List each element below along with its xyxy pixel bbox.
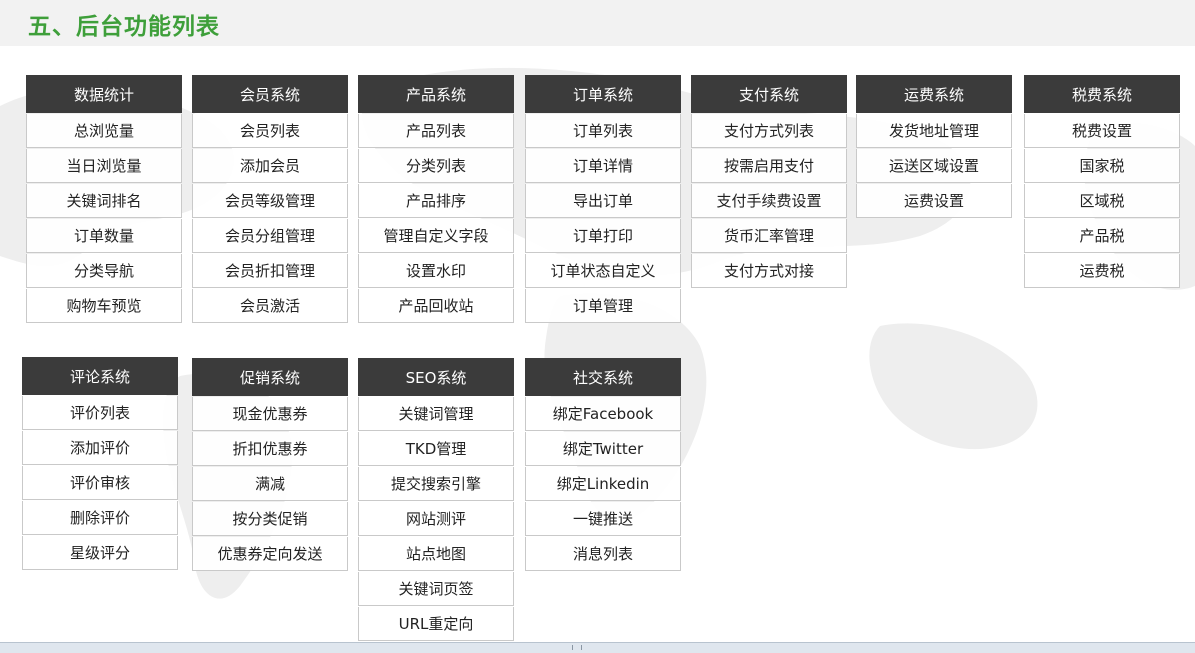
feature-item: 设置水印 [358,254,514,288]
feature-item: 支付方式列表 [691,114,847,148]
feature-item: 国家税 [1024,149,1180,183]
column-social-system: 社交系统 绑定Facebook 绑定Twitter 绑定Linkedin 一键推… [525,358,681,571]
feature-item: 产品税 [1024,219,1180,253]
page-title: 五、后台功能列表 [28,14,220,40]
title-band: 五、后台功能列表 [0,0,1195,46]
column-payment-system: 支付系统 支付方式列表 按需启用支付 支付手续费设置 货币汇率管理 支付方式对接 [691,75,847,288]
feature-item: 货币汇率管理 [691,219,847,253]
feature-item: 订单打印 [525,219,681,253]
feature-item: 消息列表 [525,537,681,571]
feature-item: 订单列表 [525,114,681,148]
column-header: 促销系统 [192,358,348,396]
scroll-grip-icon[interactable] [572,645,582,650]
feature-item: 订单状态自定义 [525,254,681,288]
feature-item: 税费设置 [1024,114,1180,148]
feature-item: 星级评分 [22,536,178,570]
feature-item: 满减 [192,467,348,501]
feature-item: 购物车预览 [26,289,182,323]
feature-item: 添加会员 [192,149,348,183]
feature-item: TKD管理 [358,432,514,466]
feature-item: 订单管理 [525,289,681,323]
feature-item: 会员分组管理 [192,219,348,253]
feature-item: 一键推送 [525,502,681,536]
column-header: 会员系统 [192,75,348,113]
feature-item: 关键词排名 [26,184,182,218]
feature-item: 运费税 [1024,254,1180,288]
feature-item: 会员等级管理 [192,184,348,218]
column-review-system: 评论系统 评价列表 添加评价 评价审核 删除评价 星级评分 [22,357,178,570]
feature-item: 导出订单 [525,184,681,218]
feature-item: 绑定Twitter [525,432,681,466]
column-promotion-system: 促销系统 现金优惠券 折扣优惠券 满减 按分类促销 优惠券定向发送 [192,358,348,571]
column-header: SEO系统 [358,358,514,396]
feature-item: 优惠券定向发送 [192,537,348,571]
feature-item: 支付手续费设置 [691,184,847,218]
feature-item: 订单数量 [26,219,182,253]
feature-item: 运送区域设置 [856,149,1012,183]
feature-item: 支付方式对接 [691,254,847,288]
feature-item: 产品列表 [358,114,514,148]
feature-item: 绑定Facebook [525,397,681,431]
feature-item: 评价列表 [22,396,178,430]
feature-item: 分类导航 [26,254,182,288]
feature-item: 关键词页签 [358,572,514,606]
column-product-system: 产品系统 产品列表 分类列表 产品排序 管理自定义字段 设置水印 产品回收站 [358,75,514,323]
feature-item: 产品排序 [358,184,514,218]
column-header: 税费系统 [1024,75,1180,113]
feature-item: 区域税 [1024,184,1180,218]
feature-item: 删除评价 [22,501,178,535]
column-header: 评论系统 [22,357,178,395]
feature-item: 折扣优惠券 [192,432,348,466]
column-order-system: 订单系统 订单列表 订单详情 导出订单 订单打印 订单状态自定义 订单管理 [525,75,681,323]
feature-item: 产品回收站 [358,289,514,323]
feature-item: 网站测评 [358,502,514,536]
column-header: 数据统计 [26,75,182,113]
feature-item: 管理自定义字段 [358,219,514,253]
horizontal-scrollbar[interactable] [0,642,1195,653]
feature-item: 分类列表 [358,149,514,183]
feature-item: 按分类促销 [192,502,348,536]
column-tax-system: 税费系统 税费设置 国家税 区域税 产品税 运费税 [1024,75,1180,288]
column-member-system: 会员系统 会员列表 添加会员 会员等级管理 会员分组管理 会员折扣管理 会员激活 [192,75,348,323]
feature-item: 订单详情 [525,149,681,183]
feature-item: 会员列表 [192,114,348,148]
column-header: 产品系统 [358,75,514,113]
feature-item: 运费设置 [856,184,1012,218]
feature-item: 添加评价 [22,431,178,465]
feature-item: 评价审核 [22,466,178,500]
feature-item: 发货地址管理 [856,114,1012,148]
feature-item: 总浏览量 [26,114,182,148]
feature-item: 现金优惠券 [192,397,348,431]
column-data-stats: 数据统计 总浏览量 当日浏览量 关键词排名 订单数量 分类导航 购物车预览 [26,75,182,323]
feature-item: 提交搜索引擎 [358,467,514,501]
feature-item: URL重定向 [358,607,514,641]
feature-item: 绑定Linkedin [525,467,681,501]
column-header: 社交系统 [525,358,681,396]
column-header: 订单系统 [525,75,681,113]
feature-item: 关键词管理 [358,397,514,431]
feature-item: 当日浏览量 [26,149,182,183]
column-shipping-system: 运费系统 发货地址管理 运送区域设置 运费设置 [856,75,1012,218]
feature-item: 按需启用支付 [691,149,847,183]
column-header: 运费系统 [856,75,1012,113]
feature-item: 站点地图 [358,537,514,571]
feature-item: 会员激活 [192,289,348,323]
column-seo-system: SEO系统 关键词管理 TKD管理 提交搜索引擎 网站测评 站点地图 关键词页签… [358,358,514,641]
feature-item: 会员折扣管理 [192,254,348,288]
column-header: 支付系统 [691,75,847,113]
